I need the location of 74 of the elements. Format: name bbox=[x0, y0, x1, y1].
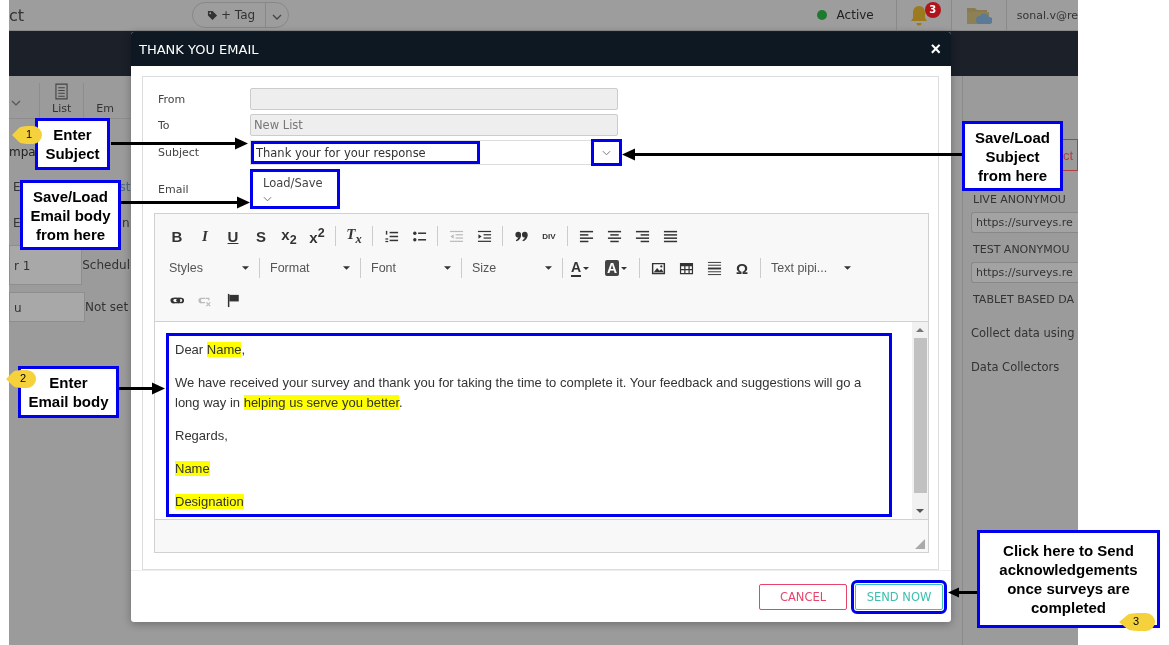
field-label: Email bbox=[157, 182, 190, 196]
link-field[interactable]: https://surveys.re bbox=[971, 262, 1078, 283]
toolbar-button[interactable]: DIV bbox=[535, 224, 563, 248]
toolbar-button[interactable]: x$^{2}$ bbox=[303, 224, 331, 248]
field-label: Subject bbox=[157, 146, 201, 159]
caret-icon bbox=[545, 266, 552, 270]
caret-icon bbox=[621, 266, 628, 270]
link-field[interactable]: https://surveys.re bbox=[971, 212, 1078, 233]
menu-item[interactable]: Collect data using bbox=[971, 312, 1078, 346]
toolbar-dropdown[interactable]: Styles bbox=[163, 256, 255, 280]
table-cell: Schedul bbox=[82, 258, 130, 272]
caret-icon[interactable] bbox=[11, 100, 21, 106]
close-button[interactable]: × bbox=[928, 40, 943, 58]
caret-icon bbox=[272, 13, 283, 20]
load-save-dropdown[interactable]: Load/Save bbox=[250, 169, 340, 209]
toolbar-button[interactable]: B bbox=[163, 224, 191, 248]
body-paragraph: Name bbox=[175, 460, 211, 478]
color-button[interactable]: A bbox=[567, 256, 601, 280]
scroll-down-icon[interactable] bbox=[916, 509, 924, 513]
color-button[interactable]: A bbox=[601, 256, 635, 280]
cancel-button[interactable]: CANCEL bbox=[759, 584, 847, 610]
bell-icon[interactable] bbox=[908, 5, 929, 27]
row-label: mpa bbox=[9, 145, 36, 159]
callout-text: Save/Load Email body from here bbox=[20, 180, 121, 250]
arrow bbox=[948, 587, 977, 598]
status-text: Active bbox=[836, 8, 874, 22]
status-dot bbox=[816, 10, 827, 20]
caret-icon bbox=[242, 266, 249, 270]
toolbar-button[interactable]: T$_{x}$ bbox=[340, 224, 368, 248]
section-heading: LIVE ANONYMOU bbox=[972, 192, 1067, 208]
arrow bbox=[119, 382, 165, 395]
toolbar-button[interactable]: Ω bbox=[728, 256, 756, 280]
scrollbar-thumb[interactable] bbox=[913, 338, 927, 493]
view-tab[interactable]: Em bbox=[84, 102, 114, 118]
table-cell-text: E bbox=[12, 180, 21, 194]
field-label: From bbox=[157, 92, 187, 106]
subject-field[interactable]: Thank your for your response bbox=[250, 140, 621, 165]
caret-icon bbox=[602, 149, 611, 156]
section-heading: TEST ANONYMOU bbox=[972, 242, 1071, 258]
caret-icon bbox=[263, 196, 272, 202]
resize-grip-icon[interactable] bbox=[915, 539, 925, 549]
field-label: To bbox=[157, 118, 171, 132]
tag-icon bbox=[207, 9, 218, 21]
toolbar-dropdown[interactable]: Font bbox=[365, 256, 457, 280]
list-icon bbox=[55, 83, 69, 100]
toolbar-dropdown[interactable]: Text pipi... bbox=[765, 256, 857, 280]
toolbar-button[interactable]: U bbox=[219, 224, 247, 248]
table-cell: u bbox=[9, 292, 85, 322]
caret-icon bbox=[444, 266, 451, 270]
toolbar-button[interactable]: S bbox=[247, 224, 275, 248]
body-paragraph: Dear Name, bbox=[175, 341, 247, 359]
toolbar-dropdown[interactable]: Format bbox=[264, 256, 356, 280]
body-paragraph: Designation bbox=[175, 493, 245, 511]
section-heading: TABLET BASED DA bbox=[972, 292, 1075, 308]
callout-text: Enter Subject bbox=[35, 118, 110, 170]
table-cell: n bbox=[122, 216, 130, 230]
caret-icon bbox=[343, 266, 350, 270]
user-email[interactable]: sonal.v@re bbox=[1016, 8, 1078, 22]
step-marker: 2 bbox=[6, 370, 36, 388]
caret-icon bbox=[583, 266, 590, 270]
toolbar-dropdown[interactable]: Size bbox=[466, 256, 558, 280]
toolbar-button[interactable]: x$_{2}$ bbox=[275, 224, 303, 248]
app-title: ct bbox=[9, 5, 26, 25]
dropdown-button[interactable] bbox=[591, 139, 622, 166]
dialog-title: THANK YOU EMAIL bbox=[139, 41, 259, 57]
callout-text: Save/Load Subject from here bbox=[962, 121, 1063, 191]
table-cell-text: E bbox=[12, 216, 22, 230]
menu-item[interactable]: Data Collectors bbox=[971, 346, 1078, 380]
scroll-up-icon[interactable] bbox=[916, 328, 924, 332]
toolbar-button[interactable]: I bbox=[191, 224, 219, 248]
caret-icon bbox=[844, 266, 851, 270]
notification-badge: 3 bbox=[924, 2, 941, 18]
table-cell: Not set bbox=[85, 300, 129, 314]
body-paragraph: Regards, bbox=[175, 427, 229, 445]
